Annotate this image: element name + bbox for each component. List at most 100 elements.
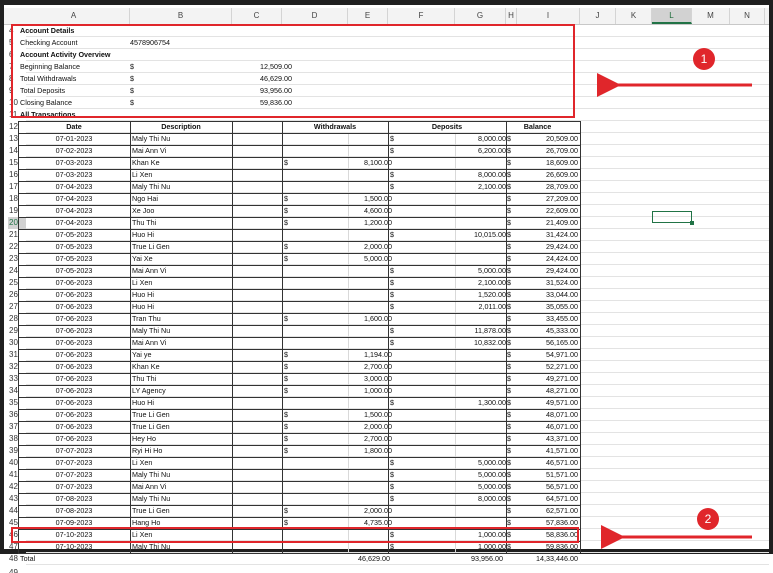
transaction-row[interactable]: 40 07-07-2023 Li Xen $5,000.00 $46,571.00 [8,457,769,469]
transaction-description[interactable]: Khan Ke [132,157,232,169]
transaction-date[interactable]: 07-05-2023 [18,229,130,241]
transaction-date[interactable]: 07-07-2023 [18,481,130,493]
currency-symbol[interactable]: $ [390,397,400,409]
transaction-balance[interactable]: 48,071.00 [517,409,578,421]
transaction-withdrawal[interactable]: 2,000.00 [348,421,392,433]
transaction-description[interactable]: True Li Gen [132,505,232,517]
transaction-date[interactable]: 07-06-2023 [18,325,130,337]
transaction-description[interactable]: Ngo Hai [132,193,232,205]
transaction-description[interactable]: Li Xen [132,457,232,469]
transaction-date[interactable]: 07-06-2023 [18,397,130,409]
currency-symbol[interactable]: $ [284,313,294,325]
transaction-date[interactable]: 07-08-2023 [18,493,130,505]
column-header-n[interactable]: N [730,8,765,24]
transaction-row[interactable]: 21 07-05-2023 Huo Hi $10,015.00 $31,424.00 [8,229,769,241]
transaction-description[interactable]: LY Agency [132,385,232,397]
transaction-description[interactable]: True Li Gen [132,241,232,253]
column-header-a[interactable]: A [18,8,130,24]
transaction-date[interactable]: 07-05-2023 [18,265,130,277]
total-label[interactable]: Total [20,553,120,565]
transaction-description[interactable]: Maly Thi Nu [132,133,232,145]
transaction-withdrawal[interactable]: 2,000.00 [348,241,392,253]
transaction-withdrawal[interactable] [348,145,392,157]
transaction-balance[interactable]: 49,571.00 [517,397,578,409]
currency-symbol[interactable]: $ [284,349,294,361]
transaction-deposit[interactable]: 5,000.00 [425,469,506,481]
transaction-date[interactable]: 07-06-2023 [18,373,130,385]
transaction-withdrawal[interactable] [348,457,392,469]
transaction-balance[interactable]: 64,571.00 [517,493,578,505]
transaction-balance[interactable]: 46,571.00 [517,457,578,469]
transaction-row[interactable]: 13 07-01-2023 Maly Thi Nu $8,000.00 $20,509.… [8,133,769,145]
header-description[interactable]: Description [130,121,232,133]
transaction-date[interactable]: 07-08-2023 [18,505,130,517]
transaction-row[interactable]: 26 07-06-2023 Huo Hi $1,520.00 $33,044.00 [8,289,769,301]
column-header-g[interactable]: G [455,8,506,24]
transaction-description[interactable]: Hey Ho [132,433,232,445]
currency-symbol[interactable]: $ [390,229,400,241]
transaction-balance[interactable]: 24,424.00 [517,253,578,265]
active-cell-L20[interactable] [652,211,694,225]
transaction-row[interactable]: 41 07-07-2023 Maly Thi Nu $5,000.00 $51,571.… [8,469,769,481]
column-header-l[interactable]: L [652,8,692,24]
transaction-date[interactable]: 07-07-2023 [18,457,130,469]
transaction-date[interactable]: 07-04-2023 [18,205,130,217]
currency-symbol[interactable]: $ [390,301,400,313]
transaction-description[interactable]: Li Xen [132,277,232,289]
column-header-h[interactable]: H [506,8,517,24]
column-header-f[interactable]: F [388,8,455,24]
currency-symbol[interactable]: $ [507,445,517,457]
currency-symbol[interactable]: $ [390,481,400,493]
currency-symbol[interactable]: $ [507,433,517,445]
currency-symbol[interactable]: $ [507,385,517,397]
transaction-withdrawal[interactable] [348,469,392,481]
transaction-balance[interactable]: 51,571.00 [517,469,578,481]
sheet-row[interactable]: 49 [8,567,769,573]
transaction-withdrawal[interactable] [348,181,392,193]
transaction-row[interactable]: 24 07-05-2023 Mai Ann Vi $5,000.00 $29,424.0… [8,265,769,277]
currency-symbol[interactable]: $ [507,409,517,421]
currency-symbol[interactable]: $ [507,289,517,301]
transaction-row[interactable]: 34 07-06-2023 LY Agency $1,000.00 $48,271.00 [8,385,769,397]
transaction-description[interactable]: Li Xen [132,169,232,181]
transaction-withdrawal[interactable]: 3,000.00 [348,373,392,385]
transaction-date[interactable]: 07-06-2023 [18,385,130,397]
column-header-k[interactable]: K [616,8,652,24]
transaction-date[interactable]: 07-07-2023 [18,469,130,481]
transaction-description[interactable]: Thu Thi [132,217,232,229]
transaction-row[interactable]: 39 07-07-2023 Ryi Hi Ho $1,800.00 $41,571.00 [8,445,769,457]
column-header-d[interactable]: D [282,8,348,24]
transaction-description[interactable]: Mai Ann Vi [132,145,232,157]
transaction-balance[interactable]: 41,571.00 [517,445,578,457]
transaction-deposit[interactable]: 5,000.00 [425,457,506,469]
currency-symbol[interactable]: $ [390,181,400,193]
transaction-deposit[interactable]: 8,000.00 [425,169,506,181]
currency-symbol[interactable]: $ [507,313,517,325]
transaction-withdrawal[interactable]: 8,100.00 [348,157,392,169]
transaction-deposit[interactable]: 5,000.00 [425,481,506,493]
currency-symbol[interactable]: $ [390,493,400,505]
transaction-balance[interactable]: 56,571.00 [517,481,578,493]
transaction-deposit[interactable] [425,445,506,457]
currency-symbol[interactable]: $ [284,193,294,205]
transaction-description[interactable]: Mai Ann Vi [132,265,232,277]
transaction-deposit[interactable]: 2,100.00 [425,181,506,193]
transaction-withdrawal[interactable] [348,277,392,289]
transaction-deposit[interactable] [425,505,506,517]
transaction-row[interactable]: 32 07-06-2023 Khan Ke $2,700.00 $52,271.00 [8,361,769,373]
transaction-description[interactable]: Huo Hi [132,397,232,409]
transaction-row[interactable]: 29 07-06-2023 Maly Thi Nu $11,878.00 $45,333… [8,325,769,337]
currency-symbol[interactable]: $ [284,217,294,229]
currency-symbol[interactable]: $ [284,253,294,265]
transaction-deposit[interactable]: 1,520.00 [425,289,506,301]
transaction-row[interactable]: 31 07-06-2023 Yai ye $1,194.00 $54,971.00 [8,349,769,361]
transaction-balance[interactable]: 31,424.00 [517,229,578,241]
currency-symbol[interactable]: $ [507,493,517,505]
transaction-date[interactable]: 07-07-2023 [18,445,130,457]
transaction-withdrawal[interactable]: 2,700.00 [348,433,392,445]
transaction-description[interactable]: Thu Thi [132,373,232,385]
transaction-balance[interactable]: 22,609.00 [517,205,578,217]
currency-symbol[interactable]: $ [507,133,517,145]
currency-symbol[interactable]: $ [284,361,294,373]
transaction-row[interactable]: 28 07-06-2023 Tran Thu $1,600.00 $33,455.00 [8,313,769,325]
